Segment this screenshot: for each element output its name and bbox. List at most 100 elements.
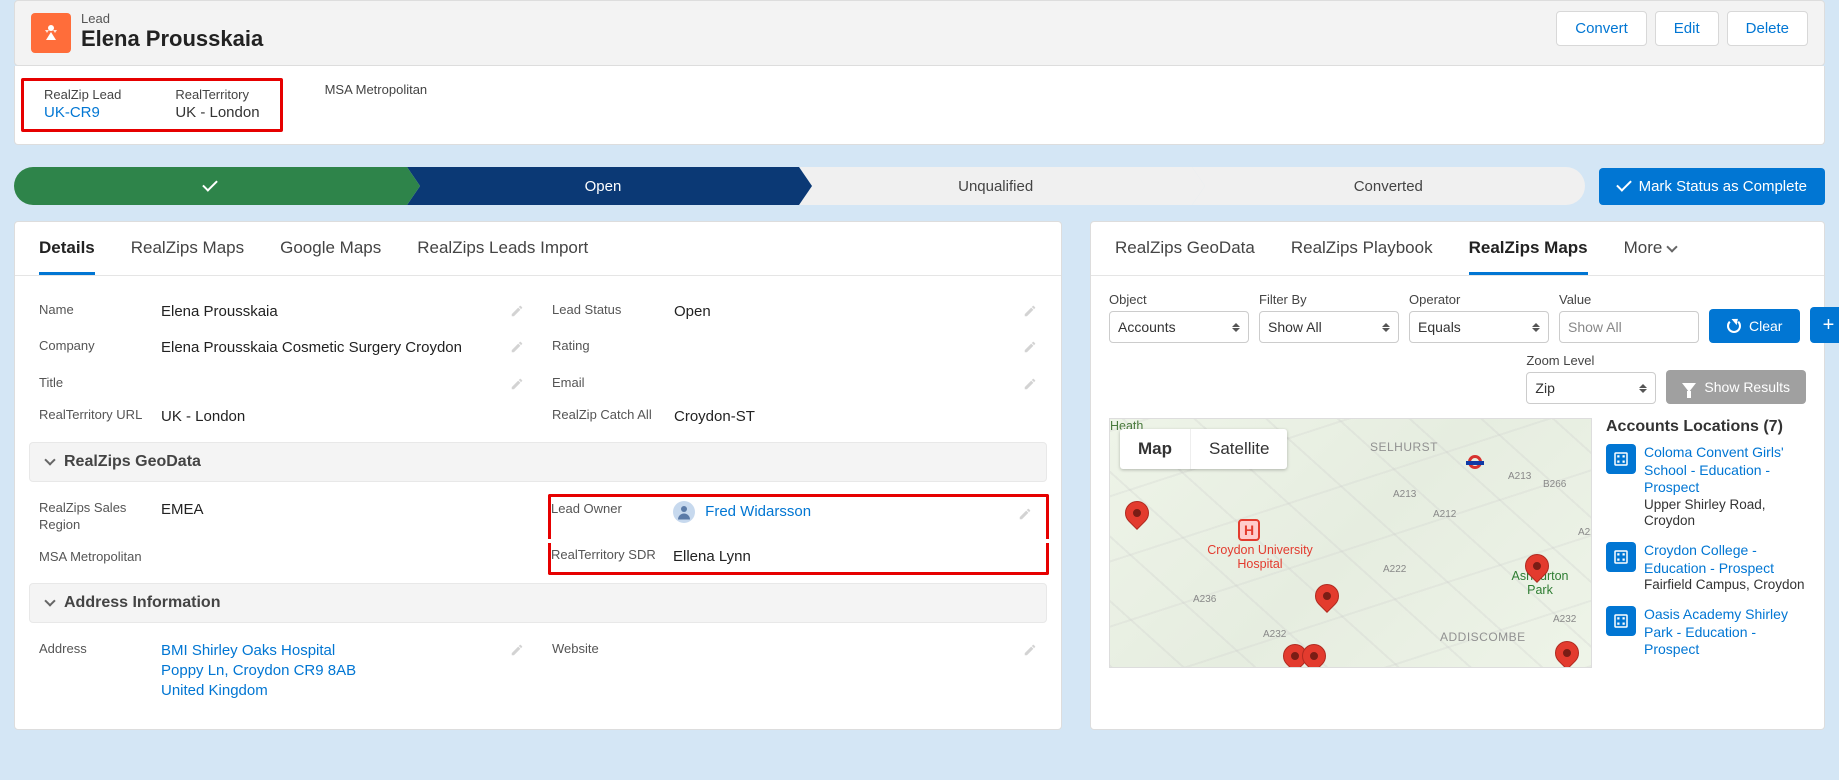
lead-path: Open Unqualified Converted <box>14 167 1585 205</box>
address-line3[interactable]: United Kingdom <box>161 682 268 699</box>
rating-label: Rating <box>552 338 662 355</box>
clear-label: Clear <box>1749 318 1782 334</box>
filterby-value: Show All <box>1268 319 1322 335</box>
map-pin[interactable] <box>1120 496 1154 530</box>
realterritory-value: UK - London <box>175 104 259 121</box>
section-geodata-label: RealZips GeoData <box>64 453 201 471</box>
leadstatus-value: Open <box>674 302 1037 322</box>
satellite-btn[interactable]: Satellite <box>1190 429 1287 469</box>
pencil-icon[interactable] <box>1023 340 1037 357</box>
spinner-icon <box>1232 323 1240 332</box>
map-label-hospital: Croydon University Hospital <box>1205 543 1315 572</box>
add-button[interactable]: + <box>1810 307 1839 343</box>
tab-playbook[interactable]: RealZips Playbook <box>1291 238 1433 275</box>
realzip-lead-label: RealZip Lead <box>44 87 121 102</box>
tab-rzmaps[interactable]: RealZips Maps <box>1469 238 1588 275</box>
mark-complete-label: Mark Status as Complete <box>1639 178 1807 195</box>
mark-complete-button[interactable]: Mark Status as Complete <box>1599 168 1825 205</box>
delete-button[interactable]: Delete <box>1727 11 1808 46</box>
salesregion-label: RealZips Sales Region <box>39 500 149 534</box>
road-label: B266 <box>1540 479 1569 490</box>
chevron-down-icon <box>1667 241 1678 252</box>
title-label: Title <box>39 375 149 392</box>
filterby-select[interactable]: Show All <box>1259 311 1399 343</box>
reload-icon <box>1727 319 1741 333</box>
account-icon <box>1606 542 1636 572</box>
record-name: Elena Prousskaia <box>81 26 263 52</box>
catchall-value: Croydon-ST <box>674 407 1037 427</box>
road-label: A213 <box>1390 489 1419 500</box>
edit-button[interactable]: Edit <box>1655 11 1719 46</box>
path-stage-done[interactable] <box>14 167 407 205</box>
account-name[interactable]: Croydon College - Education - Prospect <box>1644 542 1774 576</box>
section-address[interactable]: Address Information <box>29 583 1047 623</box>
highlight-box-lead: RealZip Lead UK-CR9 RealTerritory UK - L… <box>21 78 283 132</box>
show-results-button[interactable]: Show Results <box>1666 370 1806 404</box>
account-address: Upper Shirley Road, Croydon <box>1644 497 1806 531</box>
account-name[interactable]: Coloma Convent Girls' School - Education… <box>1644 444 1784 495</box>
address-label: Address <box>39 641 149 658</box>
object-select[interactable]: Accounts <box>1109 311 1249 343</box>
pencil-icon[interactable] <box>1018 507 1032 524</box>
road-label: A222 <box>1380 564 1409 575</box>
msametro-label: MSA Metropolitan <box>39 549 149 566</box>
leadowner-value[interactable]: Fred Widarsson <box>705 503 811 520</box>
pencil-icon[interactable] <box>510 340 524 357</box>
pencil-icon[interactable] <box>1023 304 1037 321</box>
address-line1[interactable]: BMI Shirley Oaks Hospital <box>161 642 335 659</box>
salesregion-value: EMEA <box>161 500 534 520</box>
clear-button[interactable]: Clear <box>1709 309 1800 343</box>
leadowner-label: Lead Owner <box>551 501 661 518</box>
pencil-icon[interactable] <box>510 377 524 394</box>
operator-value: Equals <box>1418 319 1461 335</box>
record-header: Lead Elena Prousskaia Convert Edit Delet… <box>14 0 1825 66</box>
account-address: Fairfield Campus, Croydon <box>1644 577 1806 594</box>
value-label: Value <box>1559 292 1699 307</box>
tab-geodata[interactable]: RealZips GeoData <box>1115 238 1255 275</box>
filter-row: Object Accounts Filter By Show All Opera… <box>1091 276 1824 353</box>
spinner-icon <box>1382 323 1390 332</box>
tab-google-maps[interactable]: Google Maps <box>280 238 381 275</box>
avatar-icon <box>673 501 695 523</box>
pencil-icon[interactable] <box>510 643 524 660</box>
funnel-icon <box>1682 383 1696 392</box>
check-icon <box>1616 176 1632 192</box>
account-icon <box>1606 606 1636 636</box>
tab-more-label: More <box>1624 238 1663 258</box>
road-label: A232 <box>1550 614 1579 625</box>
pencil-icon[interactable] <box>1023 643 1037 660</box>
path-stage-unqualified[interactable]: Unqualified <box>799 167 1192 205</box>
account-item: Croydon College - Education - Prospect F… <box>1606 542 1806 594</box>
map-pin[interactable] <box>1310 579 1344 613</box>
pencil-icon[interactable] <box>510 304 524 321</box>
path-stage-converted[interactable]: Converted <box>1192 167 1585 205</box>
filter-row-2: Zoom Level Zip Show Results <box>1091 353 1824 418</box>
map-pin[interactable] <box>1550 636 1584 668</box>
show-results-label: Show Results <box>1704 379 1790 395</box>
territoryurl-value[interactable]: UK - London <box>161 407 524 427</box>
realzip-lead-value[interactable]: UK-CR9 <box>44 104 121 121</box>
account-icon <box>1606 444 1636 474</box>
operator-select[interactable]: Equals <box>1409 311 1549 343</box>
tab-details[interactable]: Details <box>39 238 95 275</box>
right-tabs: RealZips GeoData RealZips Playbook RealZ… <box>1091 222 1824 276</box>
tab-realzips-import[interactable]: RealZips Leads Import <box>417 238 588 275</box>
value-input[interactable]: Show All <box>1559 311 1699 343</box>
section-geodata[interactable]: RealZips GeoData <box>29 442 1047 482</box>
tab-realzips-maps[interactable]: RealZips Maps <box>131 238 244 275</box>
map-btn[interactable]: Map <box>1120 429 1190 469</box>
map-view[interactable]: Map Satellite H Croydon University Hospi… <box>1109 418 1592 668</box>
convert-button[interactable]: Convert <box>1556 11 1647 46</box>
maps-panel: RealZips GeoData RealZips Playbook RealZ… <box>1090 221 1825 730</box>
path-stage-open[interactable]: Open <box>407 167 800 205</box>
map-label-selhurst: SELHURST <box>1370 441 1438 455</box>
account-item: Oasis Academy Shirley Park - Education -… <box>1606 606 1806 659</box>
tab-more[interactable]: More <box>1624 238 1677 275</box>
address-line2[interactable]: Poppy Ln, Croydon CR9 8AB <box>161 662 356 679</box>
account-name[interactable]: Oasis Academy Shirley Park - Education -… <box>1644 606 1788 657</box>
pencil-icon[interactable] <box>1023 377 1037 394</box>
road-label: A213 <box>1505 471 1534 482</box>
operator-label: Operator <box>1409 292 1549 307</box>
zoom-select[interactable]: Zip <box>1526 372 1656 404</box>
filterby-label: Filter By <box>1259 292 1399 307</box>
